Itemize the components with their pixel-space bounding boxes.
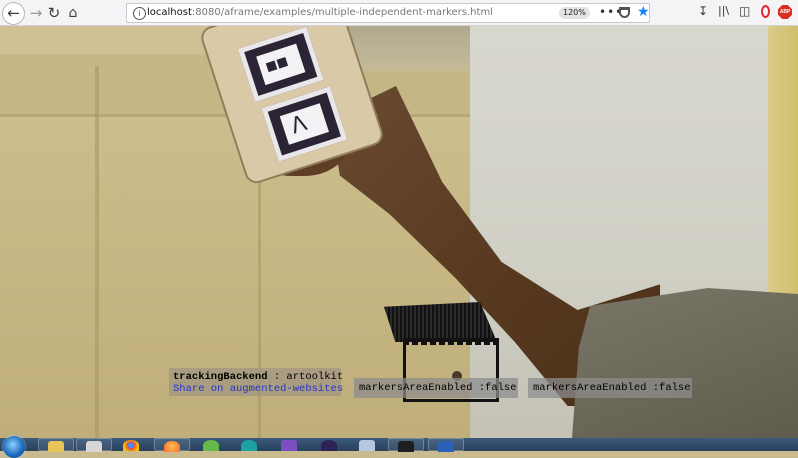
reload-icon[interactable]: ↻ (44, 3, 64, 23)
kanji-glyph: ■■ (263, 53, 290, 74)
forward-arrow-icon[interactable]: → (26, 3, 46, 23)
terminal-icon (398, 441, 414, 452)
taskbar-app-green[interactable] (194, 438, 230, 451)
tracking-backend-line: trackingBackend : artoolkit (173, 371, 343, 383)
library-icon[interactable]: ||\ (718, 4, 729, 17)
zoom-indicator[interactable]: 120% (559, 7, 590, 19)
word-icon (438, 441, 454, 452)
taskbar-file-explorer[interactable] (38, 438, 74, 452)
hiro-marker: Λ (261, 86, 348, 162)
browser-toolbar: ← → ↻ ⌂ i localhost:8080/aframe/examples… (0, 0, 798, 26)
tracking-info-panel: trackingBackend : artoolkit Share on aug… (169, 368, 343, 396)
taskbar-virtualbox[interactable] (350, 438, 386, 451)
pocket-icon[interactable] (619, 7, 630, 18)
chrome-icon (123, 440, 139, 451)
opera-icon[interactable] (761, 5, 770, 18)
taskbar-visual-studio[interactable] (272, 438, 308, 451)
eclipse-icon (321, 440, 337, 451)
hiro-marker-pattern: Λ (279, 103, 329, 145)
sidebar-icon[interactable]: ◫ (739, 4, 750, 18)
virtualbox-icon (359, 440, 375, 451)
tracking-backend-value: : artoolkit (267, 371, 344, 383)
cupboard-panel-edge (95, 66, 99, 438)
windows-taskbar (0, 436, 798, 458)
tracking-backend-label: trackingBackend (173, 371, 268, 383)
bookmark-star-icon[interactable]: ★ (637, 4, 650, 20)
site-info-icon[interactable]: i (133, 7, 146, 20)
taskbar-chrome[interactable] (114, 438, 150, 451)
markers-area-status-1[interactable]: markersAreaEnabled :false (354, 378, 518, 398)
start-button[interactable] (3, 436, 25, 458)
taskbar-firefox[interactable] (154, 438, 190, 452)
ar-box-lid (384, 302, 497, 342)
kanji-marker: ■■ (237, 26, 324, 103)
url-text[interactable]: localhost:8080/aframe/examples/multiple-… (147, 7, 493, 18)
download-icon[interactable]: ↧ (698, 4, 708, 18)
url-bar[interactable]: i localhost:8080/aframe/examples/multipl… (126, 3, 650, 23)
arduino-icon (241, 440, 257, 451)
share-link[interactable]: Share on augmented-websites (173, 383, 343, 395)
adblock-icon[interactable]: ABP (778, 5, 792, 19)
back-arrow-icon[interactable]: ← (2, 2, 25, 25)
folder-icon (48, 441, 64, 452)
hiro-glyph: Λ (287, 111, 311, 140)
firefox-icon (164, 441, 180, 452)
shirt-sleeve (572, 288, 798, 438)
kanji-marker-pattern: ■■ (256, 43, 306, 86)
taskbar-arduino[interactable] (232, 438, 268, 451)
taskbar-terminal[interactable] (388, 438, 424, 452)
ar-camera-view: ■■ Λ (0, 26, 798, 438)
taskbar-word[interactable] (428, 438, 464, 452)
green-app-icon (203, 440, 219, 451)
markers-area-status-2[interactable]: markersAreaEnabled :false (528, 378, 692, 398)
url-path: :8080/aframe/examples/multiple-independe… (191, 7, 493, 18)
taskbar-eclipse[interactable] (312, 438, 348, 451)
paint-icon (86, 441, 102, 452)
url-host: localhost (147, 7, 192, 18)
home-icon[interactable]: ⌂ (63, 3, 83, 23)
taskbar-paint[interactable] (76, 438, 112, 452)
visual-studio-icon (281, 440, 297, 451)
